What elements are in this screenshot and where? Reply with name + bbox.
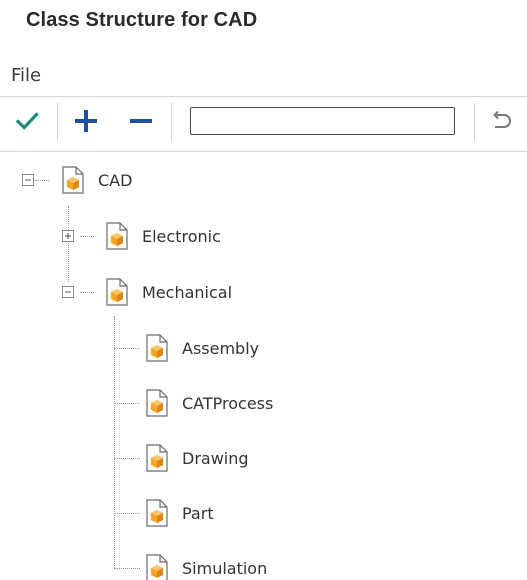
class-tree: CAD Electronic Mechanical Assembly CATPr… [0, 152, 527, 580]
minus-icon [130, 119, 152, 123]
toolbar-separator [171, 103, 172, 141]
tree-node-label: CATProcess [182, 393, 274, 413]
class-file-icon [146, 389, 168, 417]
class-file-icon [146, 334, 168, 362]
collapse-toggle-icon[interactable] [62, 286, 74, 298]
confirm-button[interactable] [10, 104, 44, 138]
remove-button[interactable] [124, 104, 158, 138]
tree-node-label: Part [182, 503, 214, 523]
class-file-icon [146, 554, 168, 580]
tree-node-drawing[interactable]: Drawing [146, 443, 249, 473]
checkmark-icon [15, 112, 39, 130]
menu-bar: File [0, 62, 527, 97]
toolbar-separator [57, 103, 58, 141]
tree-node-label: Mechanical [142, 282, 233, 302]
tree-connector [35, 180, 49, 181]
tree-connector [114, 458, 140, 459]
tree-connector [114, 403, 140, 404]
class-file-icon [62, 166, 84, 194]
tree-connector [80, 236, 94, 237]
tree-node-mechanical[interactable]: Mechanical [106, 277, 232, 307]
add-button[interactable] [69, 104, 103, 138]
tree-node-part[interactable]: Part [146, 498, 214, 528]
toolbar [0, 97, 527, 152]
plus-icon [75, 110, 97, 132]
class-file-icon [146, 499, 168, 527]
undo-icon [493, 110, 511, 128]
tree-connector [68, 206, 69, 282]
tree-node-assembly[interactable]: Assembly [146, 333, 259, 363]
tree-node-label: Simulation [182, 558, 268, 578]
undo-button[interactable] [484, 104, 518, 138]
class-file-icon [106, 278, 128, 306]
tree-node-catprocess[interactable]: CATProcess [146, 388, 273, 418]
tree-node-label: Electronic [142, 226, 221, 246]
page-title: Class Structure for CAD [26, 9, 258, 31]
class-file-icon [106, 222, 128, 250]
toolbar-separator [474, 103, 475, 141]
tree-connector [114, 568, 140, 569]
tree-connector [80, 292, 94, 293]
tree-connector [114, 316, 115, 568]
expand-toggle-icon[interactable] [62, 230, 74, 242]
tree-node-label: CAD [98, 170, 133, 190]
tree-connector [114, 513, 140, 514]
tree-node-simulation[interactable]: Simulation [146, 553, 267, 580]
menu-file[interactable]: File [11, 65, 41, 86]
collapse-toggle-icon[interactable] [22, 174, 34, 186]
search-input[interactable] [190, 107, 455, 135]
tree-connector [114, 348, 140, 349]
class-file-icon [146, 444, 168, 472]
tree-node-electronic[interactable]: Electronic [106, 221, 221, 251]
tree-node-label: Drawing [182, 448, 249, 468]
tree-node-label: Assembly [182, 338, 260, 358]
tree-node-cad[interactable]: CAD [62, 165, 132, 195]
class-structure-window: Class Structure for CAD File CAD Electro… [0, 0, 527, 580]
